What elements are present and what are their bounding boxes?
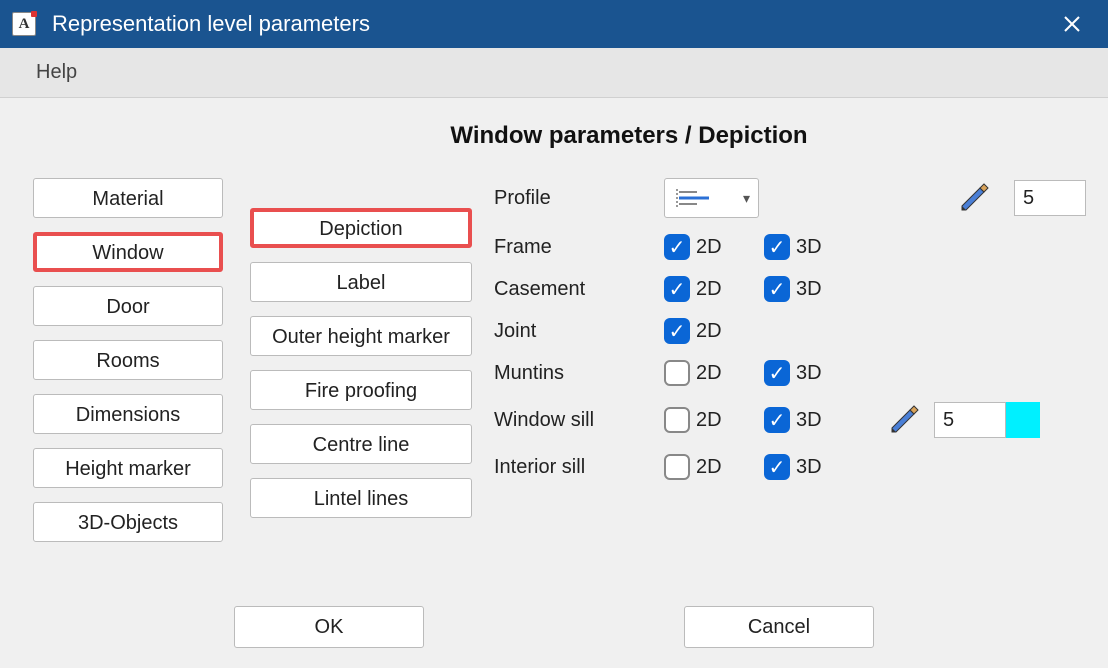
close-button[interactable] [1048, 0, 1096, 48]
muntins-3d-checkbox[interactable]: ✓3D [764, 360, 874, 386]
subtab-depiction[interactable]: Depiction [250, 208, 472, 248]
dialog-footer: OK Cancel [0, 606, 1108, 648]
subtab-label[interactable]: Label [250, 262, 472, 302]
category-rooms[interactable]: Rooms [33, 340, 223, 380]
title-bar: A Representation level parameters [0, 0, 1108, 48]
category-window[interactable]: Window [33, 232, 223, 272]
category-height-marker[interactable]: Height marker [33, 448, 223, 488]
subtab-outer-height-marker[interactable]: Outer height marker [250, 316, 472, 356]
param-windowsill-label: Window sill [494, 409, 664, 432]
profile-select[interactable]: ▾ [664, 178, 759, 218]
joint-2d-checkbox[interactable]: ✓2D [664, 318, 764, 344]
windowsill-pen-input[interactable] [934, 402, 1006, 438]
subtab-lintel-lines[interactable]: Lintel lines [250, 478, 472, 518]
param-casement-label: Casement [494, 278, 664, 301]
frame-3d-checkbox[interactable]: ✓3D [764, 234, 874, 260]
columns: Material Window Door Rooms Dimensions He… [28, 178, 1080, 556]
cancel-button[interactable]: Cancel [684, 606, 874, 648]
param-profile-label: Profile [494, 187, 664, 210]
profile-pen-button[interactable] [934, 180, 1014, 216]
interiorsill-3d-checkbox[interactable]: ✓3D [764, 454, 874, 480]
ok-button[interactable]: OK [234, 606, 424, 648]
profile-icon [673, 185, 713, 211]
profile-pen-group [1014, 180, 1054, 216]
close-icon [1063, 15, 1081, 33]
casement-2d-checkbox[interactable]: ✓2D [664, 276, 764, 302]
window-title: Representation level parameters [52, 11, 1048, 37]
category-door[interactable]: Door [33, 286, 223, 326]
windowsill-color-swatch[interactable] [1006, 402, 1040, 438]
param-grid: Profile ▾ [494, 178, 1080, 480]
casement-3d-checkbox[interactable]: ✓3D [764, 276, 874, 302]
params-panel: Profile ▾ [494, 178, 1080, 556]
category-list: Material Window Door Rooms Dimensions He… [28, 178, 228, 556]
category-3d-objects[interactable]: 3D-Objects [33, 502, 223, 542]
muntins-2d-checkbox[interactable]: 2D [664, 360, 764, 386]
param-muntins-label: Muntins [494, 362, 664, 385]
content-area: Window parameters / Depiction Material W… [0, 98, 1108, 556]
category-dimensions[interactable]: Dimensions [33, 394, 223, 434]
subtab-fire-proofing[interactable]: Fire proofing [250, 370, 472, 410]
param-joint-label: Joint [494, 320, 664, 343]
param-interiorsill-label: Interior sill [494, 456, 664, 479]
pencil-icon [886, 402, 922, 438]
category-material[interactable]: Material [33, 178, 223, 218]
chevron-down-icon: ▾ [743, 190, 750, 207]
subtab-list: Depiction Label Outer height marker Fire… [246, 208, 476, 556]
page-title: Window parameters / Depiction [28, 122, 1080, 150]
windowsill-3d-checkbox[interactable]: ✓3D [764, 407, 874, 433]
menu-help[interactable]: Help [24, 53, 89, 92]
subtab-centre-line[interactable]: Centre line [250, 424, 472, 464]
menu-bar: Help [0, 48, 1108, 98]
pencil-icon [956, 180, 992, 216]
interiorsill-2d-checkbox[interactable]: 2D [664, 454, 764, 480]
profile-pen-input[interactable] [1014, 180, 1086, 216]
app-icon: A [12, 12, 36, 36]
windowsill-pen-button[interactable] [874, 402, 934, 438]
windowsill-pen-group [934, 402, 1054, 438]
app-icon-letter: A [19, 16, 30, 33]
frame-2d-checkbox[interactable]: ✓2D [664, 234, 764, 260]
param-frame-label: Frame [494, 236, 664, 259]
windowsill-2d-checkbox[interactable]: 2D [664, 407, 764, 433]
